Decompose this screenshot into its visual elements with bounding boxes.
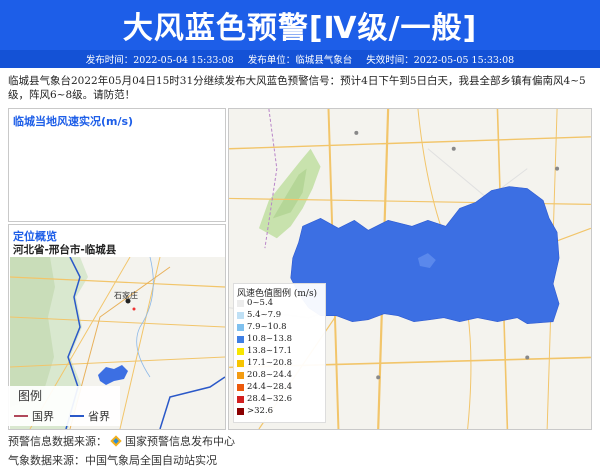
legend-item: 17.1~20.8 xyxy=(237,358,292,368)
meta-bar: 发布时间：2022-05-04 15:33:08 发布单位：临城县气象台 失效时… xyxy=(0,50,600,68)
weather-source: 气象数据来源：中国气象局全国自动站实况 xyxy=(8,452,217,468)
legend-swatch xyxy=(237,311,244,319)
legend-swatch xyxy=(237,347,244,355)
legend-province-border: 省界 xyxy=(70,408,110,424)
legend-item: >32.6 xyxy=(237,406,273,416)
legend-item: 7.9~10.8 xyxy=(237,322,287,332)
legend-label: 20.8~24.4 xyxy=(247,370,292,380)
legend-label: >32.6 xyxy=(247,406,274,416)
legend-item: 0~5.4 xyxy=(237,298,273,308)
warning-description: 临城县气象台2022年05月04日15时31分继续发布大风蓝色预警信号：预计4日… xyxy=(8,75,586,101)
weather-source-label: 气象数据来源：中国气象局全国自动站实况 xyxy=(8,454,217,467)
legend-label: 5.4~7.9 xyxy=(247,310,282,320)
early-warning-center-logo-icon xyxy=(110,435,122,447)
national-border-line-icon xyxy=(14,415,28,417)
warning-source-name[interactable]: 国家预警信息发布中心 xyxy=(125,433,235,449)
legend-label: 7.9~10.8 xyxy=(247,322,287,332)
legend-item: 13.8~17.1 xyxy=(237,346,292,356)
legend-swatch xyxy=(237,299,244,307)
map-legend-title: 图例 xyxy=(18,389,43,403)
legend-label: 13.8~17.1 xyxy=(247,346,292,356)
city-label-shijiazhuang: 石家庄 xyxy=(114,290,138,300)
legend-label: 0~5.4 xyxy=(247,298,274,308)
legend-swatch xyxy=(237,407,244,415)
province-border-line-icon xyxy=(70,415,84,417)
legend-label: 17.1~20.8 xyxy=(247,358,292,368)
wind-speed-panel: 临城当地风速实况(m/s) xyxy=(8,108,226,222)
legend-label: 28.4~32.6 xyxy=(247,394,292,404)
warning-source-label: 预警信息数据来源： xyxy=(8,435,107,448)
legend-swatch xyxy=(237,383,244,391)
legend-swatch xyxy=(237,395,244,403)
legend-item: 20.8~24.4 xyxy=(237,370,292,380)
legend-label: 24.4~28.4 xyxy=(247,382,292,392)
legend-swatch xyxy=(237,335,244,343)
expire-time: 失效时间：2022-05-05 15:33:08 xyxy=(366,55,515,66)
warning-source: 预警信息数据来源： 国家预警信息发布中心 xyxy=(8,433,235,449)
wind-speed-legend: 风速色值图例 (m/s) 0~5.4 5.4~7.9 7.9~10.8 10.8… xyxy=(233,283,326,423)
region-label: 河北省-邢台市-临城县 xyxy=(13,244,117,256)
legend-swatch xyxy=(237,371,244,379)
legend-label: 10.8~13.8 xyxy=(247,334,292,344)
legend-item: 5.4~7.9 xyxy=(237,310,281,320)
legend-item: 10.8~13.8 xyxy=(237,334,292,344)
legend-province-border-label: 省界 xyxy=(88,410,110,423)
warning-header: 大风蓝色预警[Ⅳ级/一般] xyxy=(0,0,600,50)
legend-item: 24.4~28.4 xyxy=(237,382,292,392)
legend-swatch xyxy=(237,323,244,331)
publish-time: 发布时间：2022-05-04 15:33:08 xyxy=(85,55,234,66)
legend-national-border-label: 国界 xyxy=(32,410,54,423)
legend-swatch xyxy=(237,359,244,367)
map-legend: 图例 国界 省界 xyxy=(8,386,120,426)
publisher: 发布单位：临城县气象台 xyxy=(247,55,353,66)
page-title: 大风蓝色预警[Ⅳ级/一般] xyxy=(122,11,478,46)
wind-panel-title: 临城当地风速实况(m/s) xyxy=(13,115,134,128)
legend-national-border: 国界 xyxy=(14,408,54,424)
legend-item: 28.4~32.6 xyxy=(237,394,292,404)
